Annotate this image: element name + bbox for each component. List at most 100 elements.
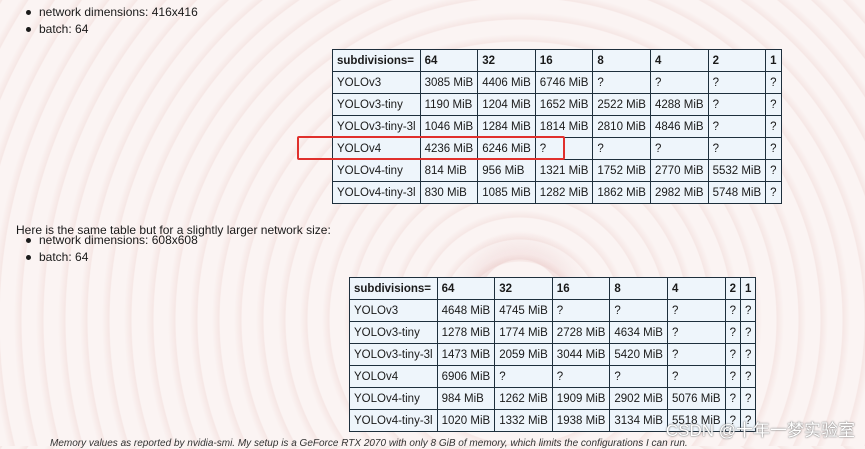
memory-cell: 4745 MiB [494, 299, 553, 322]
column-header: 1 [765, 49, 782, 72]
column-header: 1 [739, 277, 757, 300]
memory-cell: 1262 MiB [494, 387, 553, 410]
memory-cell: ? [707, 115, 767, 138]
memory-cell: ? [707, 137, 767, 160]
memory-cell: ? [739, 343, 757, 366]
memory-cell: ? [592, 137, 651, 160]
memory-cell: ? [765, 181, 782, 204]
model-name-cell: YOLOv3-tiny [349, 321, 438, 344]
column-header: 8 [592, 49, 651, 72]
memory-cell: ? [765, 159, 782, 182]
memory-cell: 1046 MiB [419, 115, 479, 138]
memory-cell: ? [649, 71, 709, 94]
model-name-cell: YOLOv4-tiny [332, 159, 421, 182]
memory-cell: 2902 MiB [609, 387, 668, 410]
memory-cell: 1814 MiB [534, 115, 594, 138]
memory-cell: ? [739, 387, 757, 410]
memory-cell: 1284 MiB [477, 115, 536, 138]
table-row: YOLOv3-tiny-3l 1046 MiB 1284 MiB 1814 MiB 28… [332, 115, 782, 138]
memory-cell: ? [494, 365, 553, 388]
memory-cell: 1332 MiB [494, 409, 553, 432]
column-header: 32 [494, 277, 553, 300]
model-name-cell: YOLOv4-tiny-3l [349, 409, 438, 432]
memory-cell: 4648 MiB [436, 299, 496, 322]
memory-cell: ? [765, 115, 782, 138]
memory-cell: 1020 MiB [436, 409, 496, 432]
model-name-cell: YOLOv3-tiny-3l [349, 343, 438, 366]
memory-cell: 1204 MiB [477, 93, 536, 116]
memory-table-608: subdivisions= 64 32 16 8 4 2 1 YOLOv3 4648 MiB 474… [349, 277, 757, 432]
memory-cell: 4634 MiB [609, 321, 668, 344]
memory-cell: 6906 MiB [436, 365, 496, 388]
model-name-cell: YOLOv3-tiny [332, 93, 421, 116]
column-header: 4 [666, 277, 726, 300]
list-item: batch: 64 [22, 21, 198, 38]
memory-cell: ? [724, 343, 741, 366]
memory-cell: 4846 MiB [649, 115, 709, 138]
model-name-cell: YOLOv3 [332, 71, 421, 94]
model-name-cell: YOLOv3-tiny-3l [332, 115, 421, 138]
table-row: YOLOv3 4648 MiB 4745 MiB????? [349, 299, 757, 322]
memory-cell: 6746 MiB [534, 71, 594, 94]
column-header: 4 [649, 49, 709, 72]
memory-cell: ? [666, 321, 726, 344]
highlight-box-yolov4 [297, 136, 565, 160]
column-header: subdivisions= [349, 277, 438, 300]
memory-cell: 1909 MiB [551, 387, 611, 410]
table-row: YOLOv3-tiny-3l 1473 MiB 2059 MiB 3044 MiB 54… [349, 343, 757, 366]
memory-cell: 1278 MiB [436, 321, 496, 344]
list-item: batch: 64 [22, 249, 198, 266]
memory-cell: ? [649, 137, 709, 160]
model-name-cell: YOLOv4-tiny [349, 387, 438, 410]
table-row: YOLOv4-tiny 814 MiB 956 MiB 1321 MiB 1752 Mi… [332, 159, 782, 182]
memory-cell: ? [666, 343, 726, 366]
memory-cell: 1774 MiB [494, 321, 553, 344]
memory-cell: ? [724, 387, 741, 410]
table-row: YOLOv3-tiny 1190 MiB 1204 MiB 1652 MiB 2522 … [332, 93, 782, 116]
column-header: 64 [436, 277, 496, 300]
memory-cell: ? [666, 299, 726, 322]
memory-cell: 1282 MiB [534, 181, 594, 204]
memory-cell: ? [666, 365, 726, 388]
memory-cell: 2059 MiB [494, 343, 553, 366]
list-item: network dimensions: 416x416 [22, 4, 198, 21]
memory-cell: ? [724, 321, 741, 344]
model-name-cell: YOLOv3 [349, 299, 438, 322]
memory-cell: 5076 MiB [666, 387, 726, 410]
column-header: 8 [609, 277, 668, 300]
memory-cell: 1752 MiB [592, 159, 651, 182]
list-item: network dimensions: 608x608 [22, 232, 198, 249]
memory-cell: 1862 MiB [592, 181, 651, 204]
column-header: 64 [419, 49, 479, 72]
memory-cell: 2522 MiB [592, 93, 651, 116]
memory-cell: ? [551, 365, 611, 388]
memory-cell: 984 MiB [436, 387, 496, 410]
table-row: YOLOv4-tiny-3l 830 MiB 1085 MiB 1282 MiB 186… [332, 181, 782, 204]
memory-cell: ? [739, 299, 757, 322]
model-name-cell: YOLOv4-tiny-3l [332, 181, 421, 204]
memory-cell: ? [592, 71, 651, 94]
memory-cell: ? [739, 321, 757, 344]
memory-cell: 5748 MiB [707, 181, 767, 204]
memory-cell: 2810 MiB [592, 115, 651, 138]
memory-cell: 4288 MiB [649, 93, 709, 116]
memory-cell: 3134 MiB [609, 409, 668, 432]
memory-cell: 956 MiB [477, 159, 536, 182]
column-header: 32 [477, 49, 536, 72]
memory-cell: ? [707, 71, 767, 94]
memory-cell: ? [609, 299, 668, 322]
column-header: 2 [707, 49, 767, 72]
table-header-row: subdivisions= 64 32 16 8 4 2 1 [349, 277, 757, 300]
model-name-cell: YOLOv4 [349, 365, 438, 388]
memory-cell: ? [739, 365, 757, 388]
memory-cell: ? [765, 93, 782, 116]
memory-cell: 1190 MiB [419, 93, 479, 116]
config-list-416: network dimensions: 416x416 batch: 64 [22, 4, 198, 38]
memory-cell: 2982 MiB [649, 181, 709, 204]
column-header: subdivisions= [332, 49, 421, 72]
footnote: Memory values as reported by nvidia-smi.… [50, 438, 688, 449]
memory-table-416: subdivisions= 64 32 16 8 4 2 1 YOLOv3 3085 MiB 440… [332, 49, 782, 204]
table-header-row: subdivisions= 64 32 16 8 4 2 1 [332, 49, 782, 72]
memory-cell: ? [724, 365, 741, 388]
memory-cell: 1321 MiB [534, 159, 594, 182]
